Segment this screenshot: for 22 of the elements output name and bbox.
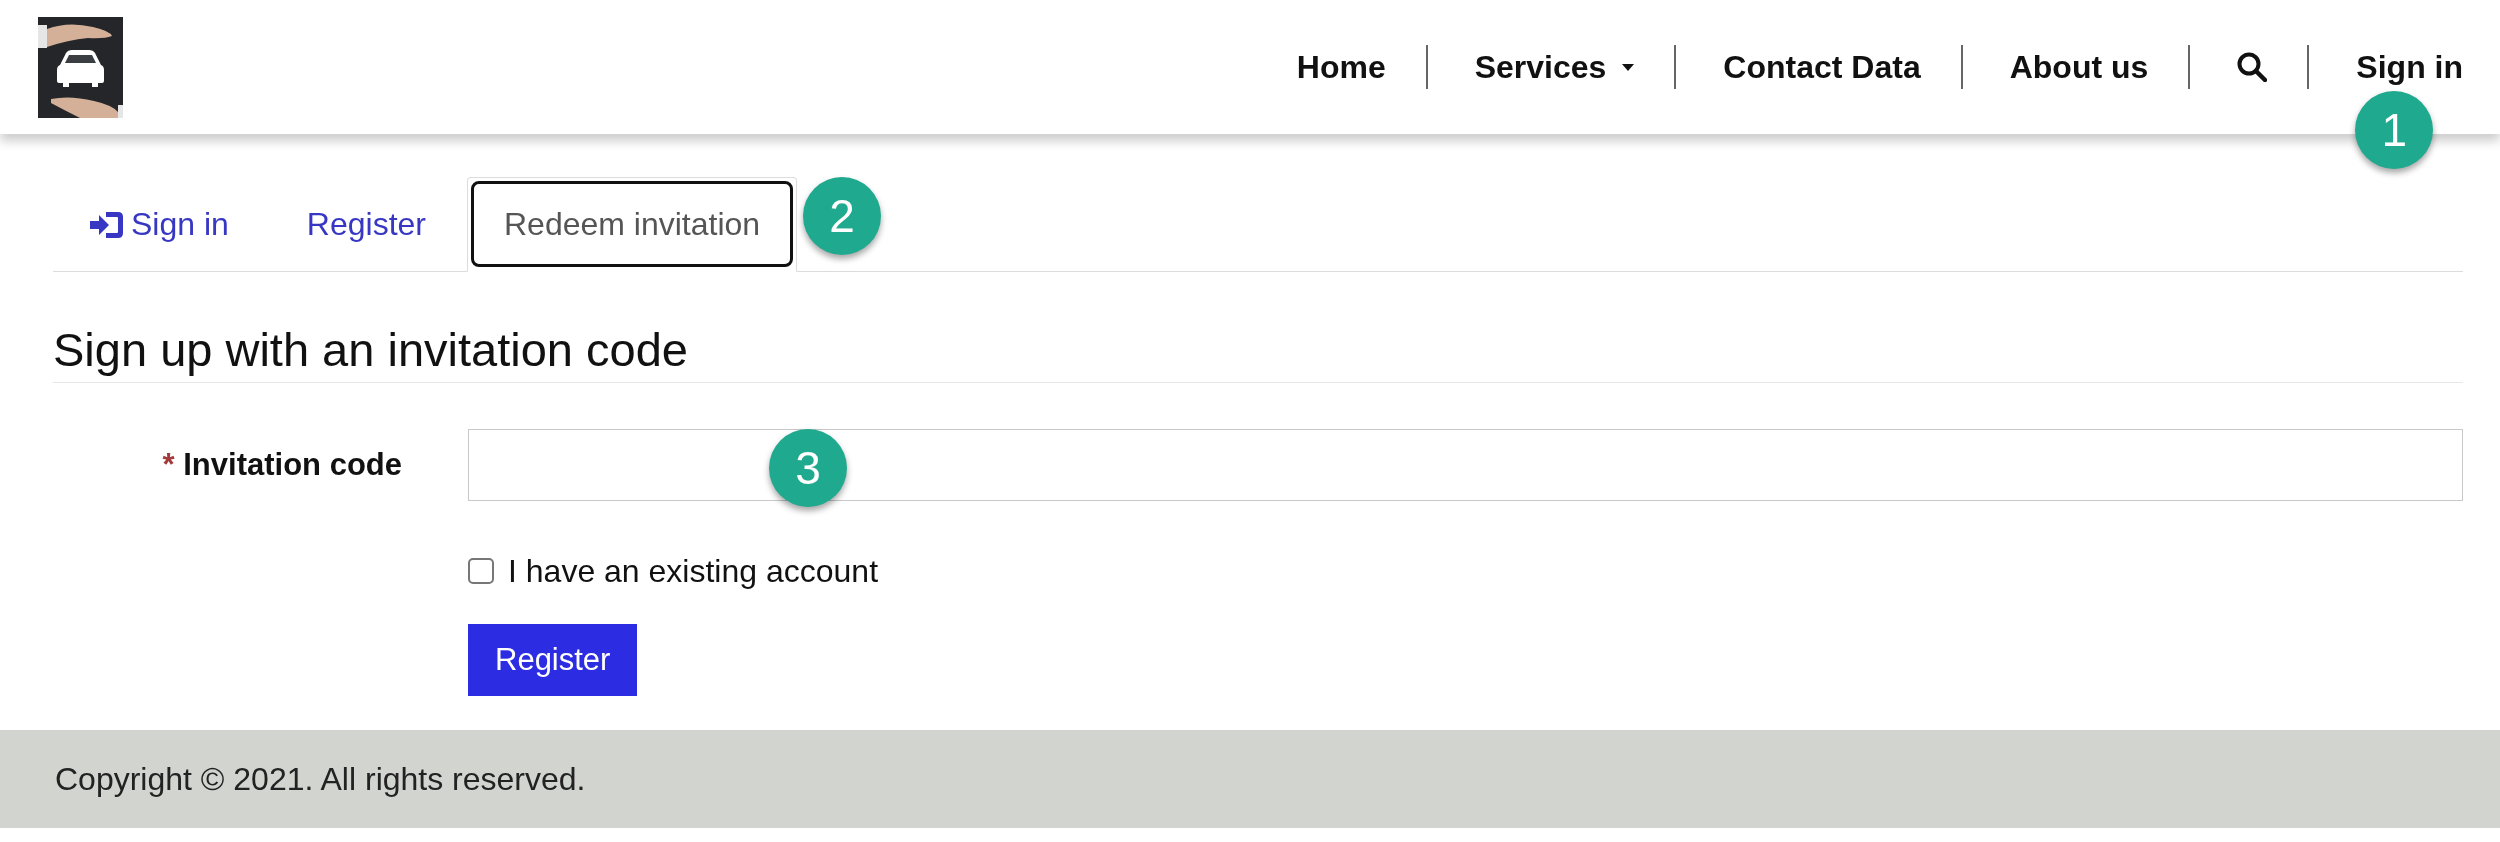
step-marker: 2 <box>803 177 882 255</box>
field-label: * Invitation code <box>162 447 403 483</box>
nav-link[interactable]: Sign in <box>2356 48 2463 86</box>
logo-icon[interactable] <box>38 16 123 118</box>
nav-dropdown[interactable]: Services <box>1474 48 1635 86</box>
nav-link[interactable]: Contact Data <box>1723 48 1921 86</box>
tab[interactable]: Sign in <box>53 177 266 272</box>
tab[interactable]: Register <box>269 177 463 272</box>
invitation-code-field[interactable] <box>468 429 2463 501</box>
checkbox-label[interactable]: I have an existing account <box>508 552 878 590</box>
step-marker: 1 <box>2355 91 2434 169</box>
footer-text: Copyright © 2021. All rights reserved. <box>55 760 586 798</box>
nav-link[interactable]: About us <box>2009 48 2149 86</box>
tab[interactable]: Redeem invitation <box>467 177 798 272</box>
caret-icon <box>1622 63 1635 71</box>
nav-link[interactable]: Home <box>1296 48 1386 86</box>
register-button[interactable]: Register <box>468 624 638 696</box>
checkbox[interactable] <box>468 558 494 584</box>
page-heading: Sign up with an invitation code <box>53 322 2463 383</box>
sign-in-icon <box>90 209 124 240</box>
search-icon <box>2237 52 2268 82</box>
search-button[interactable] <box>2237 52 2268 82</box>
